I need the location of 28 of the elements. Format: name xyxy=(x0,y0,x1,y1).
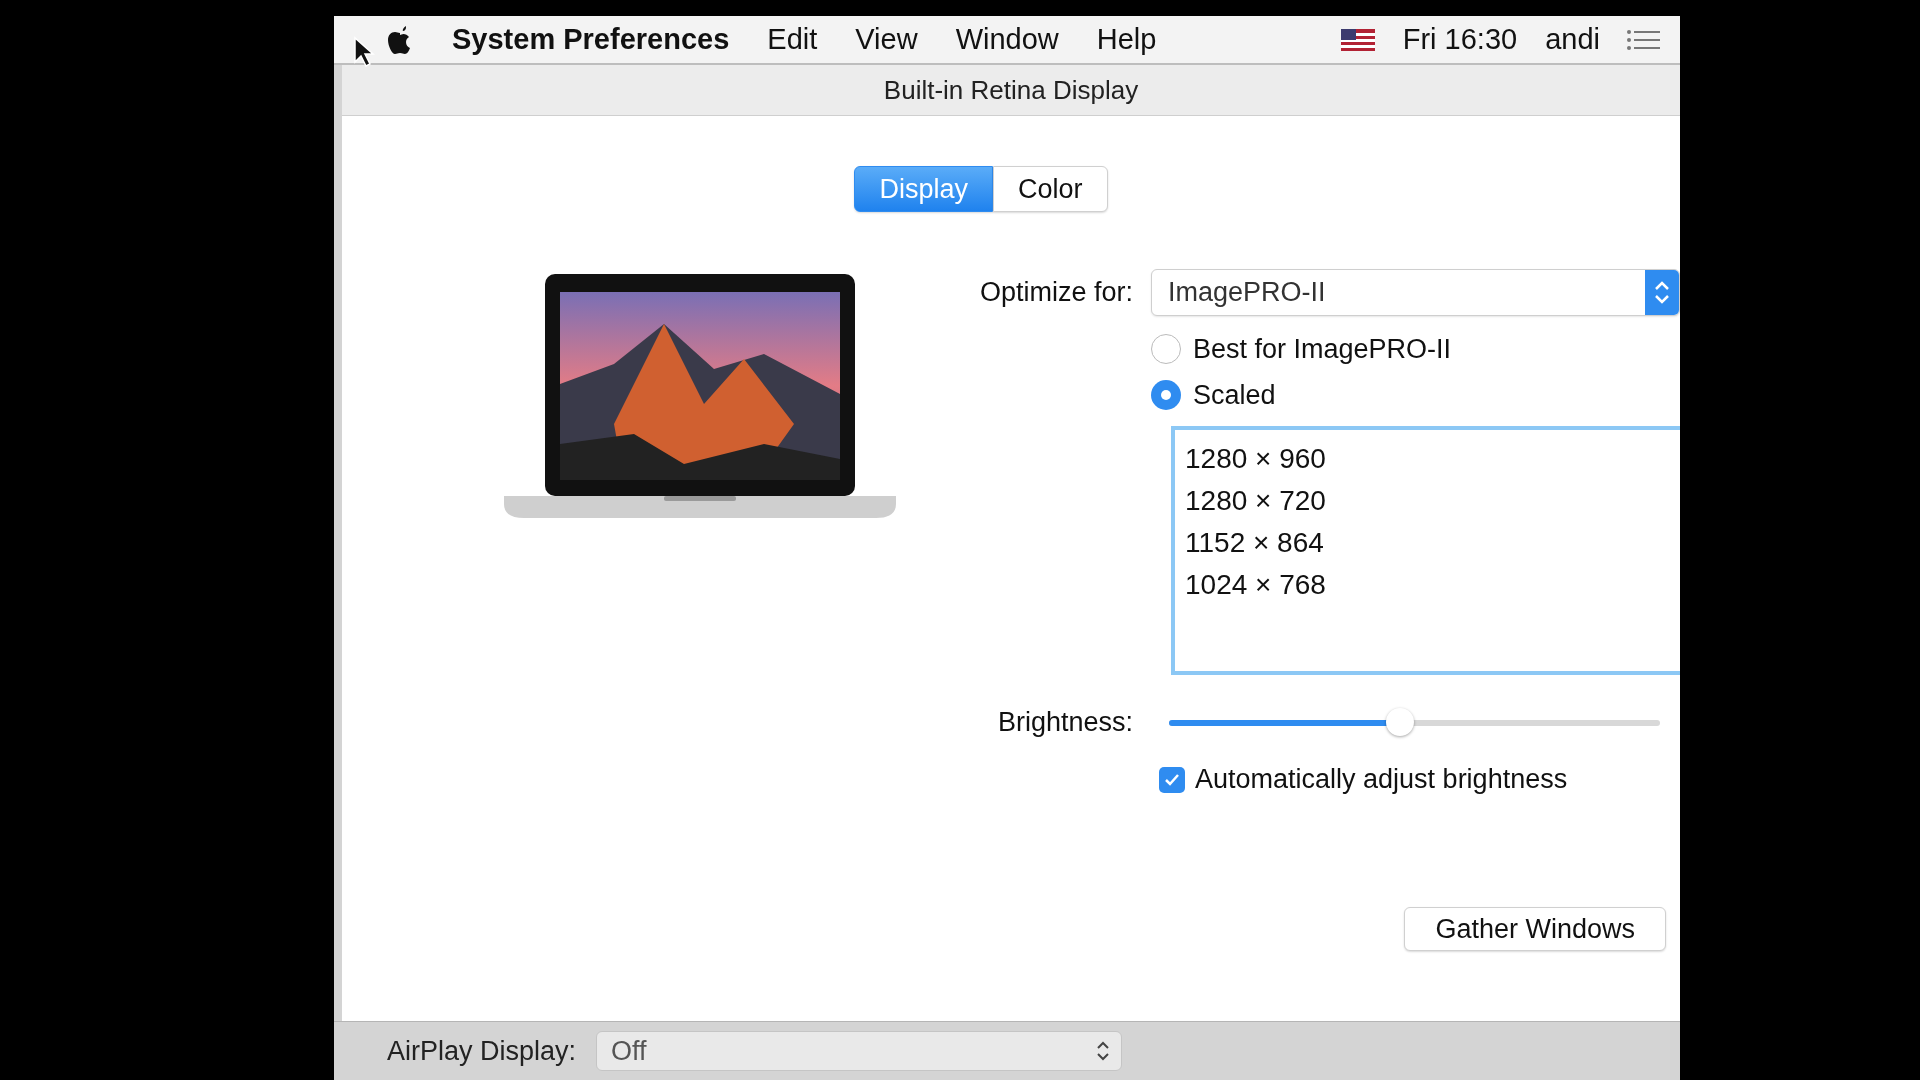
menu-item[interactable]: Window xyxy=(955,23,1059,56)
menu-item[interactable]: View xyxy=(855,23,918,56)
window-title: Built-in Retina Display xyxy=(883,74,1139,106)
radio-button[interactable] xyxy=(1151,334,1181,364)
app-menu[interactable]: System Preferences xyxy=(452,23,730,56)
gather-windows-button[interactable]: Gather Windows xyxy=(1404,907,1666,951)
checkbox[interactable] xyxy=(1159,766,1185,793)
radio-button[interactable] xyxy=(1151,380,1181,410)
tab[interactable]: Color xyxy=(993,166,1108,212)
list-icon[interactable] xyxy=(1626,28,1660,51)
checkbox-label: Automatically adjust brightness xyxy=(1195,764,1568,795)
airplay-dropdown[interactable]: Off xyxy=(596,1031,1123,1071)
field-label: Optimize for: xyxy=(979,277,1133,308)
resolution-item[interactable]: 1280 × 720 xyxy=(1181,480,1674,522)
radio-label: Best for ImagePRO-II xyxy=(1193,333,1452,365)
field-label: AirPlay Display: xyxy=(387,1035,577,1067)
optimize-dropdown[interactable]: ImagePRO-II xyxy=(1151,269,1680,316)
slider-thumb[interactable] xyxy=(1385,707,1414,736)
menu-item[interactable]: Help xyxy=(1096,23,1157,56)
resolution-item[interactable]: 1024 × 768 xyxy=(1181,564,1674,606)
user-name[interactable]: andi xyxy=(1545,23,1600,56)
resolution-item[interactable]: 1280 × 960 xyxy=(1181,438,1674,480)
radio-label: Scaled xyxy=(1193,379,1276,411)
resolution-item[interactable]: 1152 × 864 xyxy=(1181,522,1674,564)
menu-item[interactable]: Edit xyxy=(767,23,818,56)
field-label: Brightness: xyxy=(997,707,1133,738)
flag-icon[interactable] xyxy=(1340,28,1375,51)
clock[interactable]: Fri 16:30 xyxy=(1402,23,1518,56)
